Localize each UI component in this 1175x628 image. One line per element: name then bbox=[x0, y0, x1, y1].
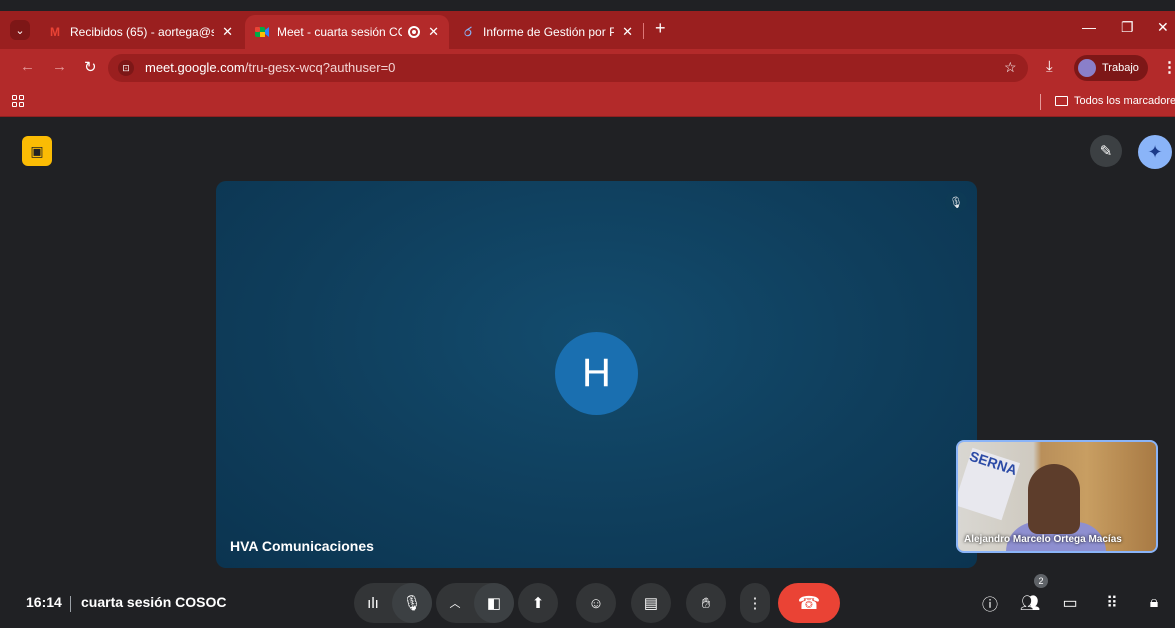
video-controls: ︿ ◧ bbox=[436, 583, 514, 623]
microphone-icon: 🎙︎ bbox=[402, 595, 422, 612]
all-bookmarks-button[interactable]: Todos los marcadores bbox=[1055, 95, 1175, 107]
forward-icon[interactable]: → bbox=[52, 58, 67, 75]
people-icon[interactable]: 👥︎ bbox=[1018, 591, 1042, 615]
tab-title: Meet - cuarta sesión COSOC bbox=[277, 25, 402, 39]
restore-icon[interactable]: ❐ bbox=[1121, 19, 1134, 36]
url-path: /tru-gesx-wcq?authuser=0 bbox=[244, 60, 396, 75]
url-host: meet.google.com bbox=[145, 60, 245, 75]
bar-divider bbox=[70, 596, 71, 612]
profile-button[interactable]: Trabajo bbox=[1074, 55, 1148, 81]
meeting-title: cuarta sesión COSOC bbox=[81, 594, 227, 610]
download-icon[interactable]: ⤓ bbox=[1046, 58, 1053, 75]
tab-divider bbox=[643, 23, 644, 39]
captions-icon: ▤ bbox=[643, 595, 659, 612]
address-bar[interactable]: ⊡ meet.google.com/tru-gesx-wcq?authuser=… bbox=[108, 54, 1028, 82]
self-name: Alejandro Marcelo Ortega Macías bbox=[964, 534, 1122, 545]
gemini-sparkle-icon[interactable]: ✦ bbox=[1138, 135, 1172, 169]
participants-count-badge: 2 bbox=[1034, 574, 1048, 588]
reload-icon[interactable]: ↻ bbox=[84, 58, 97, 76]
emoji-icon: ☺ bbox=[588, 594, 604, 612]
tab-strip: ⌄ M Recibidos (65) - aortega@serna ✕ Mee… bbox=[0, 11, 1175, 49]
apps-grid-icon[interactable] bbox=[12, 95, 24, 107]
bookmarks-bar: Todos los marcadores bbox=[0, 87, 1175, 117]
tab-informe[interactable]: ර Informe de Gestión por Proceso ✕ bbox=[451, 15, 643, 49]
browser-menu-icon[interactable]: ⋮ bbox=[1162, 58, 1175, 76]
close-icon[interactable]: ✕ bbox=[428, 24, 439, 40]
self-view-tile[interactable]: SERNA Alejandro Marcelo Ortega Macías bbox=[956, 440, 1158, 553]
present-screen-button[interactable]: ⬆ bbox=[518, 583, 558, 623]
window-close-icon[interactable]: ✕ bbox=[1157, 19, 1169, 36]
profile-label: Trabajo bbox=[1102, 62, 1139, 74]
leave-call-button[interactable]: ☎︎ bbox=[778, 583, 840, 623]
tab-meet[interactable]: Meet - cuarta sesión COSOC ✕ bbox=[245, 15, 449, 49]
more-options-button[interactable]: ⋮ bbox=[740, 583, 770, 623]
recording-icon bbox=[408, 26, 421, 38]
edit-icon[interactable]: ✎ bbox=[1090, 135, 1122, 167]
participant-tile[interactable]: 🎙︎ H HVA Comunicaciones bbox=[216, 181, 977, 568]
participant-avatar: H bbox=[555, 332, 638, 415]
phone-hangup-icon: ☎︎ bbox=[797, 592, 821, 613]
meeting-info-icon[interactable]: ⓘ bbox=[978, 591, 1002, 615]
bookmark-star-icon[interactable]: ☆ bbox=[1004, 59, 1017, 76]
reactions-button[interactable]: ☺ bbox=[576, 583, 616, 623]
gmail-icon: M bbox=[50, 25, 60, 39]
person-head bbox=[1028, 464, 1080, 534]
informe-icon: ර bbox=[464, 24, 472, 39]
back-icon[interactable]: ← bbox=[20, 58, 35, 75]
mic-off-icon: 🎙︎ bbox=[945, 191, 967, 213]
avatar bbox=[1078, 59, 1096, 77]
meet-icon bbox=[255, 25, 269, 39]
tab-gmail[interactable]: M Recibidos (65) - aortega@serna ✕ bbox=[38, 15, 243, 49]
browser-toolbar: ← → ↻ ⊡ meet.google.com/tru-gesx-wcq?aut… bbox=[0, 49, 1175, 87]
audio-level-icon[interactable]: ılı bbox=[354, 583, 392, 623]
close-icon[interactable]: ✕ bbox=[222, 24, 233, 40]
camera-button[interactable]: ◧ bbox=[474, 583, 514, 623]
new-tab-button[interactable]: + bbox=[655, 18, 666, 39]
raise-hand-button[interactable]: ✋︎ bbox=[686, 583, 726, 623]
chevron-down-icon: ⌄ bbox=[15, 24, 25, 37]
close-icon[interactable]: ✕ bbox=[622, 24, 633, 40]
tab-title: Recibidos (65) - aortega@serna bbox=[70, 25, 215, 39]
folder-icon bbox=[1055, 96, 1068, 106]
participant-name: HVA Comunicaciones bbox=[230, 538, 374, 554]
camera-off-badge-icon[interactable]: ▣ bbox=[22, 136, 52, 166]
camera-icon: ◧ bbox=[486, 595, 502, 612]
bookmarks-divider bbox=[1040, 94, 1041, 110]
browser-window: ⌄ M Recibidos (65) - aortega@serna ✕ Mee… bbox=[0, 0, 1175, 628]
site-info-icon[interactable]: ⊡ bbox=[118, 60, 134, 76]
chat-icon[interactable]: ▭ bbox=[1058, 591, 1082, 615]
tab-title: Informe de Gestión por Proceso bbox=[483, 25, 615, 39]
url-text[interactable]: meet.google.com/tru-gesx-wcq?authuser=0 bbox=[145, 60, 395, 75]
meeting-clock: 16:14 bbox=[26, 594, 62, 610]
all-bookmarks-label: Todos los marcadores bbox=[1074, 95, 1175, 107]
hand-icon: ✋︎ bbox=[701, 594, 711, 612]
host-controls-icon[interactable]: 🔒︎ bbox=[1142, 591, 1166, 615]
present-icon: ⬆ bbox=[531, 595, 545, 612]
chevron-up-icon[interactable]: ︿ bbox=[436, 583, 474, 623]
more-vert-icon: ⋮ bbox=[747, 595, 763, 612]
minimize-icon[interactable]: — bbox=[1082, 19, 1096, 35]
microphone-button[interactable]: 🎙︎ bbox=[392, 583, 432, 623]
audio-controls: ılı 🎙︎ bbox=[354, 583, 432, 623]
meet-stage: ▣ ✎ ✦ 🎙︎ H HVA Comunicaciones SERNA Alej… bbox=[0, 118, 1175, 628]
tab-search-button[interactable]: ⌄ bbox=[10, 20, 30, 40]
captions-button[interactable]: ▤ bbox=[631, 583, 671, 623]
activities-icon[interactable]: ⠿ bbox=[1100, 591, 1124, 615]
